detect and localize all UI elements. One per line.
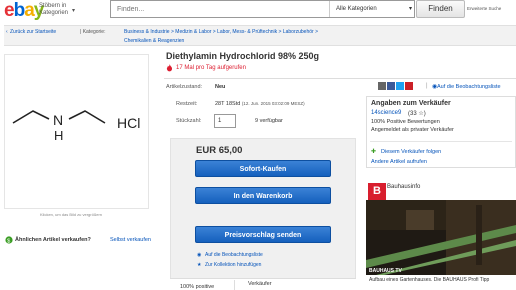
email-icon[interactable] bbox=[378, 82, 386, 90]
search-button[interactable]: Finden bbox=[416, 0, 465, 18]
ad-video-title[interactable]: Aufbau eines Gartenhauses. Die BAUHAUS P… bbox=[369, 277, 489, 283]
seller-name-link[interactable]: 14science9 bbox=[371, 110, 401, 116]
ad-video-image bbox=[366, 200, 516, 275]
image-caption: Klicken, um das Bild zu vergrößern bbox=[40, 212, 103, 217]
logo-letter-e: e bbox=[4, 0, 15, 21]
logo-letter-b: b bbox=[13, 0, 26, 21]
ad-video-thumbnail[interactable] bbox=[366, 200, 516, 275]
quantity-available: 9 verfügbar bbox=[255, 118, 283, 124]
time-left-end-date: (12. Jun. 2015 03:02:09 MESZ) bbox=[241, 101, 305, 106]
advanced-search-link[interactable]: Erweiterte Suche bbox=[467, 6, 501, 11]
molecule-atom-label: N bbox=[53, 112, 63, 128]
quantity-label: Stückzahl: bbox=[176, 118, 202, 124]
eye-icon: ◉ bbox=[197, 252, 202, 258]
watch-list-link[interactable]: Auf die Beobachtungsliste bbox=[437, 84, 501, 90]
search-bar: Alle Kategorien ▾ bbox=[110, 0, 415, 18]
time-left-value: 28T 18Std (12. Jun. 2015 03:02:09 MESZ) bbox=[215, 101, 305, 107]
breadcrumb-path[interactable]: Business & Industrie > Medizin & Labor >… bbox=[124, 29, 318, 35]
views-per-day: 17 Mal pro Tag aufgerufen bbox=[176, 65, 246, 71]
category-select[interactable]: Alle Kategorien ▾ bbox=[329, 1, 416, 17]
salt-label: HCl bbox=[117, 115, 140, 131]
bauhaus-logo[interactable]: B bbox=[368, 183, 386, 200]
time-left-label: Restzeit: bbox=[176, 101, 198, 107]
follow-seller-link[interactable]: Diesem Verkäufer folgen bbox=[381, 149, 441, 155]
share-icons bbox=[378, 82, 414, 92]
pinterest-icon[interactable] bbox=[405, 82, 413, 90]
price: EUR 65,00 bbox=[196, 145, 243, 156]
product-image[interactable]: N H HCl bbox=[4, 54, 149, 209]
add-to-cart-button[interactable]: In den Warenkorb bbox=[195, 187, 331, 204]
back-arrow-icon[interactable]: ‹ bbox=[6, 29, 8, 35]
condition-label: Artikelzustand: bbox=[166, 84, 203, 90]
search-input[interactable] bbox=[111, 1, 329, 17]
ebay-logo[interactable]: ebay bbox=[4, 0, 44, 21]
plus-icon[interactable]: ✚ bbox=[371, 148, 376, 155]
molecule-structure-image: N H HCl bbox=[12, 110, 140, 143]
flame-icon bbox=[166, 64, 173, 72]
ad-video-label: BAUHAUS TV bbox=[369, 268, 402, 274]
star-icon: ★ bbox=[197, 262, 202, 268]
seller-info-title: Angaben zum Verkäufer bbox=[371, 100, 451, 107]
twitter-icon[interactable] bbox=[396, 82, 404, 90]
other-items-link[interactable]: Andere Artikel aufrufen bbox=[371, 159, 427, 165]
category-select-value: Alle Kategorien bbox=[336, 6, 377, 12]
add-to-collection-link[interactable]: Zur Kollektion hinzufügen bbox=[205, 262, 261, 268]
seller-stat: Verkäufer bbox=[248, 281, 272, 287]
sell-similar-text: Ähnlichen Artikel verkaufen? bbox=[15, 237, 91, 243]
item-title: Diethylamin Hydrochlorid 98% 250g bbox=[166, 51, 320, 61]
divider bbox=[234, 280, 235, 290]
facebook-icon[interactable] bbox=[387, 82, 395, 90]
breadcrumb-label: | Kategorie: bbox=[80, 29, 106, 35]
add-to-watchlist-link[interactable]: Auf die Beobachtungsliste bbox=[205, 252, 263, 258]
molecule-hydrogen-label: H bbox=[54, 128, 63, 143]
chevron-down-icon[interactable]: ▾ bbox=[72, 7, 75, 14]
breadcrumb-path-current[interactable]: Chemikalien & Reagenzien bbox=[124, 38, 184, 44]
divider bbox=[370, 141, 512, 142]
shop-by-category-button[interactable]: Stöbern in Kategorien bbox=[39, 3, 71, 17]
seller-type: Angemeldet als privater Verkäufer bbox=[371, 127, 454, 133]
seller-positive-rating: 100% Positive Bewertungen bbox=[371, 119, 440, 125]
divider bbox=[164, 78, 516, 79]
seller-feedback-score[interactable]: (33 ☆) bbox=[408, 110, 426, 117]
back-to-home-link[interactable]: Zurück zur Startseite bbox=[10, 29, 56, 35]
share-separator: | bbox=[426, 83, 428, 89]
sell-yourself-link[interactable]: Selbst verkaufen bbox=[110, 237, 151, 243]
time-left-duration: 28T 18Std bbox=[215, 101, 241, 107]
sell-tag-icon: $ bbox=[5, 236, 13, 244]
positive-feedback-stat: 100% positive bbox=[180, 284, 215, 290]
quantity-input[interactable]: 1 bbox=[214, 114, 236, 128]
make-offer-button[interactable]: Preisvorschlag senden bbox=[195, 226, 331, 243]
chevron-down-icon: ▾ bbox=[408, 6, 412, 12]
buy-now-button[interactable]: Sofort-Kaufen bbox=[195, 160, 331, 177]
condition-value: Neu bbox=[215, 84, 226, 90]
logo-letter-a: a bbox=[24, 0, 35, 21]
ad-brand-name[interactable]: Bauhausinfo bbox=[387, 184, 420, 190]
